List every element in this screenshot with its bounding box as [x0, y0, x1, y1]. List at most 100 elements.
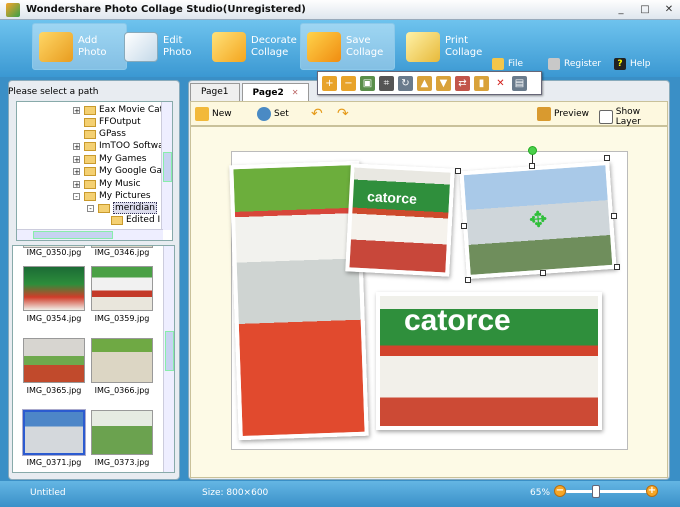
zoom-in-button[interactable]: + [646, 485, 658, 497]
help-menu[interactable]: ? Help [614, 58, 651, 70]
canvas-size: Size: 800×600 [202, 488, 269, 498]
fit-image-icon[interactable]: ▣ [360, 75, 375, 91]
help-icon: ? [614, 58, 626, 70]
tree-item[interactable]: + ImTOO Software [73, 140, 172, 152]
scroll-thumb[interactable] [165, 331, 174, 371]
thumbnail-item[interactable]: IMG_0346.jpg [91, 246, 153, 257]
tree-item[interactable]: +Eax Movie Catalog [73, 104, 172, 116]
folder-icon [84, 105, 96, 115]
close-tab-icon[interactable]: ✕ [292, 88, 299, 97]
thumbnail-scrollbar[interactable] [163, 246, 174, 472]
tree-item[interactable]: + My Games [73, 153, 146, 165]
app-logo-icon [6, 2, 20, 17]
edit-photo-button[interactable]: Edit Photo [118, 23, 211, 70]
preview-button[interactable]: Preview [537, 107, 589, 121]
scroll-thumb[interactable] [163, 152, 172, 182]
redo-icon: ↷ [337, 106, 349, 122]
document-name: Untitled [30, 488, 66, 498]
key-icon [548, 58, 560, 70]
resize-handle[interactable] [611, 213, 617, 219]
zoom-slider-thumb[interactable] [591, 485, 600, 498]
folder-icon [84, 154, 96, 164]
resize-handle[interactable] [455, 168, 461, 174]
folder-icon [111, 215, 123, 225]
undo-button[interactable]: ↶ [311, 107, 328, 121]
show-layer-button[interactable]: Show Layer [599, 107, 667, 127]
zoom-slider-track[interactable] [566, 490, 648, 493]
rotation-handle[interactable] [528, 146, 537, 155]
decorate-collage-icon [212, 31, 246, 62]
lock-icon[interactable]: ▮ [474, 75, 489, 91]
bring-forward-icon[interactable]: ▲ [417, 75, 432, 91]
tree-item[interactable]: + My Music [73, 178, 141, 190]
thumbnail-item[interactable]: IMG_0359.jpg [91, 266, 153, 323]
tree-horizontal-scrollbar[interactable] [17, 229, 163, 240]
move-icon[interactable]: ✥ [528, 207, 548, 233]
delete-icon[interactable]: ✕ [493, 75, 508, 91]
preview-icon [537, 107, 551, 121]
add-photo-button[interactable]: Add Photo [32, 23, 127, 70]
zoom-out-icon[interactable]: − [341, 75, 356, 91]
tree-item[interactable]: +My Google Gadgets [73, 165, 172, 177]
tab-page2[interactable]: Page2 ✕ [241, 83, 310, 101]
resize-handle[interactable] [540, 270, 546, 276]
thumbnail-item[interactable]: IMG_0354.jpg [23, 266, 85, 323]
tree-item[interactable]: GPass [84, 128, 126, 140]
send-backward-icon[interactable]: ▼ [436, 75, 451, 91]
decorate-collage-label: Decorate Collage [251, 34, 297, 58]
save-collage-button[interactable]: Save Collage [300, 23, 395, 70]
main-toolbar: Add Photo Edit Photo Decorate Collage Sa… [0, 20, 680, 77]
resize-handle[interactable] [465, 277, 471, 283]
thumbnail-item[interactable]: IMG_0373.jpg [91, 410, 153, 467]
print-collage-button[interactable]: Print Collage [400, 23, 493, 70]
resize-handle[interactable] [461, 223, 467, 229]
minimize-button[interactable]: _ [614, 3, 628, 16]
thumbnail-item[interactable]: IMG_0350.jpg [23, 246, 85, 257]
zoom-in-icon[interactable]: + [322, 75, 337, 91]
thumbnail-list: IMG_0350.jpg IMG_0346.jpg IMG_0354.jpg I… [12, 245, 175, 473]
collage-photo-restaurant-large[interactable]: catorce [376, 292, 602, 430]
folder-icon [84, 129, 96, 139]
folder-icon [84, 141, 96, 151]
resize-handle[interactable] [529, 163, 535, 169]
page-toolbar: New Set ↶ ↷ Preview Show Layer [190, 101, 668, 127]
close-window-button[interactable]: ✕ [662, 3, 676, 16]
thumbnail-item[interactable]: IMG_0365.jpg [23, 338, 85, 395]
file-icon [492, 58, 504, 70]
thumbnail-item[interactable]: IMG_0366.jpg [91, 338, 153, 395]
redo-button[interactable]: ↷ [337, 107, 354, 121]
crop-icon[interactable]: ⌗ [379, 75, 394, 91]
collage-photo-cityscape-selected[interactable]: ✥ [459, 160, 617, 280]
folder-icon [84, 117, 96, 127]
set-button[interactable]: Set [257, 107, 289, 121]
zoom-percent: 65% [530, 488, 551, 498]
tab-page1[interactable]: Page1 [190, 83, 240, 101]
scroll-thumb[interactable] [33, 231, 113, 239]
tree-item-selected[interactable]: - meridian [87, 202, 157, 214]
tree-item[interactable]: - My Pictures [73, 190, 151, 202]
sign-text: catorce [366, 188, 418, 207]
register-menu[interactable]: Register [548, 58, 601, 70]
save-collage-icon [307, 31, 341, 62]
file-menu[interactable]: File [492, 58, 523, 70]
save-collage-label: Save Collage [346, 34, 384, 58]
rotate-icon[interactable]: ↻ [398, 75, 413, 91]
title-bar: Wondershare Photo Collage Studio(Unregis… [0, 0, 680, 20]
decorate-collage-button[interactable]: Decorate Collage [206, 23, 307, 70]
collage-photo-restaurant-small[interactable]: catorce [345, 163, 455, 277]
window-title: Wondershare Photo Collage Studio(Unregis… [26, 4, 306, 15]
zoom-out-button[interactable]: − [554, 485, 566, 497]
resize-handle[interactable] [614, 264, 620, 270]
replace-photo-icon[interactable]: ⇄ [455, 75, 470, 91]
thumbnail-item-selected[interactable]: IMG_0371.jpg [22, 409, 86, 467]
properties-icon[interactable]: ▤ [512, 75, 527, 91]
resize-handle[interactable] [604, 155, 610, 161]
thumbnail-image [23, 266, 85, 311]
tree-item[interactable]: FFOutput [84, 116, 141, 128]
folder-tree[interactable]: +Eax Movie Catalog FFOutput GPass +ImTOO… [16, 101, 173, 241]
edit-photo-icon [124, 31, 158, 62]
tree-vertical-scrollbar[interactable] [161, 102, 172, 230]
maximize-button[interactable]: □ [638, 3, 652, 16]
page-tabs: Page1 Page2 ✕ [190, 83, 311, 101]
new-button[interactable]: New [195, 107, 232, 121]
